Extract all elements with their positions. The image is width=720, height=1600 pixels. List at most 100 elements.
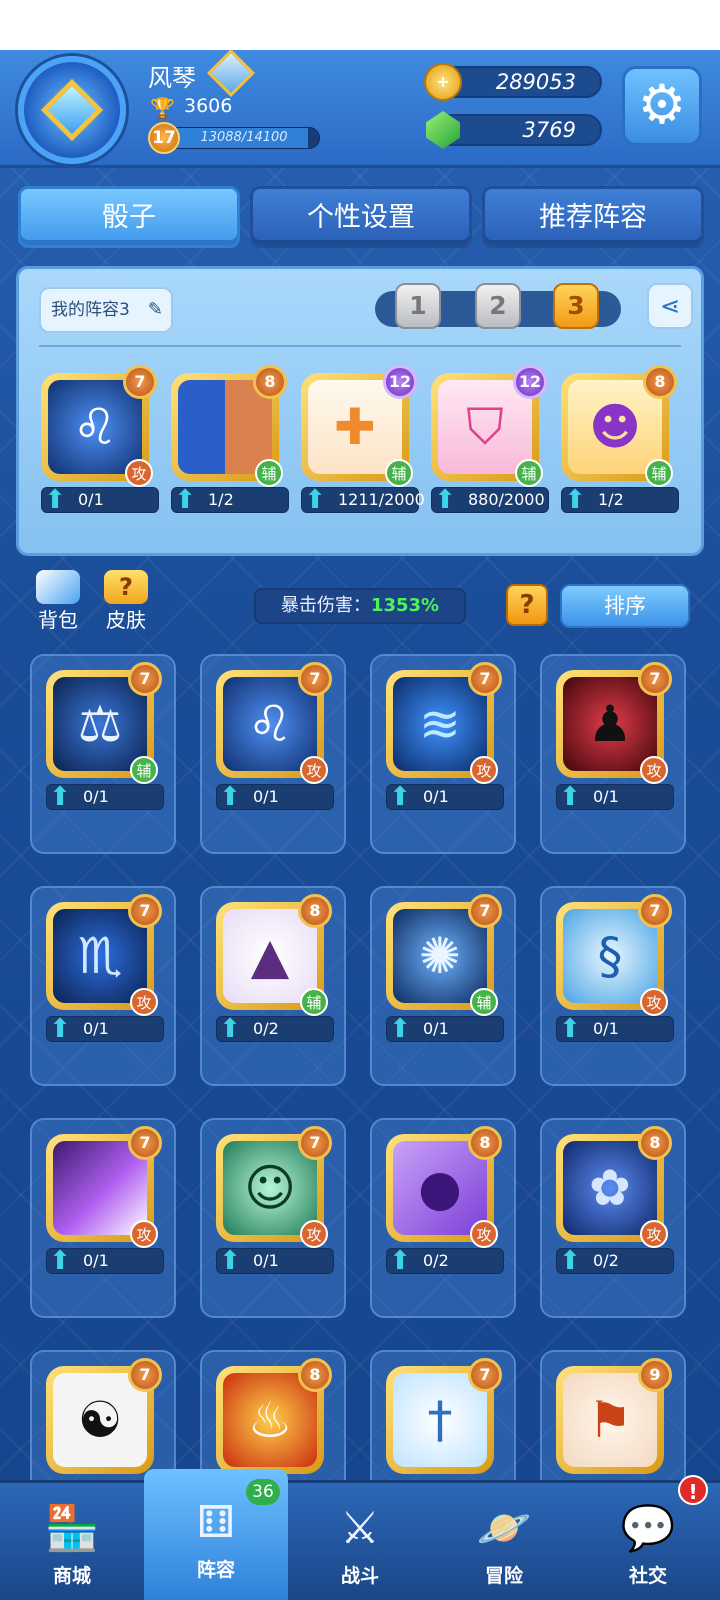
dice-item[interactable]: ♟ 7 攻 ⬆ 0/1 [556,662,674,812]
collection-card[interactable]: ▲ 8 辅 ⬆ 0/2 [200,886,346,1086]
dice-level: 7 [128,1126,162,1160]
dice-item[interactable]: ☯ 7 [46,1358,164,1474]
green-gem-icon [426,111,460,149]
collection-card[interactable]: ⚖ 7 辅 ⬆ 0/1 [30,654,176,854]
upgrade-arrow-icon: ⬆ [559,782,581,812]
nav-social-label: 社交 [628,1565,667,1587]
trophy-icon: 🏆 [150,96,175,120]
collection-card[interactable]: ⚑ 9 [540,1350,686,1480]
upgrade-progress-value: 880/2000 [468,490,545,509]
dice-item[interactable]: ♌ 7 攻 ⬆ 0/1 [41,365,159,515]
nav-social[interactable]: 💬 社交 ! [576,1475,720,1600]
gold-coin-icon: + [424,63,462,101]
dice-level: 7 [128,894,162,928]
tab-dice[interactable]: 骰子 [18,186,240,248]
dice-frame: ☻ 8 辅 [561,365,677,487]
nav-adventure[interactable]: 🪐 冒险 [432,1483,576,1600]
deck-slot-1[interactable]: 1 [395,283,441,329]
collection-card[interactable]: ♟ 7 攻 ⬆ 0/1 [540,654,686,854]
deck-slot-3[interactable]: 3 [553,283,599,329]
help-button[interactable]: ? [506,584,548,626]
collection-card[interactable]: ☯ 7 [30,1350,176,1480]
dice-item[interactable]: ● 8 攻 ⬆ 0/2 [386,1126,504,1276]
upgrade-arrow-icon: ⬆ [219,1014,241,1044]
dice-item[interactable]: ☻ 8 辅 ⬆ 1/2 [561,365,679,515]
dice-frame: ⛉ 12 辅 [431,365,547,487]
dice-role-badge: 攻 [125,459,153,487]
collection-card[interactable]: 7 攻 ⬆ 0/1 [30,1118,176,1318]
upgrade-progress: ⬆ 1211/2000 [301,485,425,515]
dice-item[interactable]: ♌ 7 攻 ⬆ 0/1 [216,662,334,812]
dice-item[interactable]: ✿ 8 攻 ⬆ 0/2 [556,1126,674,1276]
dice-frame: 8辅 [171,365,287,487]
dice-frame: ● 8 攻 [386,1126,502,1248]
dice-level: 7 [128,662,162,696]
status-bar [0,0,720,50]
collection-card[interactable]: † 7 [370,1350,516,1480]
dice-frame: ☯ 7 [46,1358,162,1474]
dice-role-badge: 辅 [255,459,283,487]
tab-recommended[interactable]: 推荐阵容 [482,186,704,248]
upgrade-arrow-icon: ⬆ [49,782,71,812]
collection-toolbar: 背包 ? 皮肤 暴击伤害：1353% ? 排序 [0,570,720,640]
deck-slot-2[interactable]: 2 [475,283,521,329]
nav-battle[interactable]: ⚔ 战斗 [288,1483,432,1600]
sort-button[interactable]: 排序 [560,584,690,628]
gold-display[interactable]: + 289053 [424,63,602,101]
upgrade-progress: ⬆ 0/1 [46,1014,164,1044]
dice-frame: § 7 攻 [556,894,672,1016]
dice-frame: † 7 [386,1358,502,1474]
collection-card[interactable]: ≋ 7 攻 ⬆ 0/1 [370,654,516,854]
upgrade-arrow-icon: ⬆ [304,485,326,515]
skin-button[interactable]: ? 皮肤 [98,570,154,633]
dice-item[interactable]: ✺ 7 辅 ⬆ 0/1 [386,894,504,1044]
dice-item[interactable]: ⚖ 7 辅 ⬆ 0/1 [46,662,164,812]
dice-item[interactable]: † 7 [386,1358,504,1474]
collection-card[interactable]: ☺ 7 攻 ⬆ 0/1 [200,1118,346,1318]
upgrade-progress-value: 0/2 [253,1019,279,1038]
collection-card[interactable]: § 7 攻 ⬆ 0/1 [540,886,686,1086]
settings-button[interactable]: ⚙ [622,66,702,146]
dice-item[interactable]: ⛉ 12 辅 ⬆ 880/2000 [431,365,549,515]
xp-text: 13088/14100 [200,130,288,145]
tab-bar: 骰子 个性设置 推荐阵容 [18,186,704,248]
collection-card[interactable]: ♏ 7 攻 ⬆ 0/1 [30,886,176,1086]
dice-role-badge: 攻 [470,756,498,784]
dice-item[interactable]: § 7 攻 ⬆ 0/1 [556,894,674,1044]
dice-level: 7 [468,1358,502,1392]
dice-frame: ♌ 7 攻 [41,365,157,487]
upgrade-progress-value: 0/1 [253,1251,279,1270]
dice-item[interactable]: 8 辅 ⬆ 1/2 [171,365,289,515]
collection-card[interactable]: ✿ 8 攻 ⬆ 0/2 [540,1118,686,1318]
collection-card[interactable]: ♌ 7 攻 ⬆ 0/1 [200,654,346,854]
deck-name-button[interactable]: 我的阵容3 ✎ [39,287,173,333]
collection-card[interactable]: ♨ 8 [200,1350,346,1480]
dice-role-badge: 攻 [130,988,158,1016]
nav-shop[interactable]: 🏪 商城 [0,1483,144,1600]
upgrade-progress: ⬆ 0/1 [41,485,159,515]
dice-item[interactable]: ☺ 7 攻 ⬆ 0/1 [216,1126,334,1276]
dice-item[interactable]: 7 攻 ⬆ 0/1 [46,1126,164,1276]
bag-button[interactable]: 背包 [30,570,86,633]
tab-personalize[interactable]: 个性设置 [250,186,472,248]
rank-badge-icon[interactable] [206,48,256,98]
dice-item[interactable]: ✚ 12 辅 ⬆ 1211/2000 [301,365,425,515]
upgrade-arrow-icon: ⬆ [559,1014,581,1044]
dice-item[interactable]: ≋ 7 攻 ⬆ 0/1 [386,662,504,812]
avatar[interactable] [18,56,126,164]
dice-item[interactable]: ♨ 8 [216,1358,334,1474]
dice-item[interactable]: ▲ 8 辅 ⬆ 0/2 [216,894,334,1044]
collection-card[interactable]: ● 8 攻 ⬆ 0/2 [370,1118,516,1318]
dice-item[interactable]: ♏ 7 攻 ⬆ 0/1 [46,894,164,1044]
dice-role-badge: 辅 [515,459,543,487]
nav-lineup[interactable]: ⚅ 阵容 36 [144,1469,288,1600]
collection-card[interactable]: ✺ 7 辅 ⬆ 0/1 [370,886,516,1086]
nav-battle-label: 战斗 [340,1565,379,1587]
dice-level: 9 [638,1358,672,1392]
dice-role-badge: 辅 [130,756,158,784]
upgrade-progress-value: 0/1 [83,1019,109,1038]
share-button[interactable]: ⋖ [647,283,693,329]
dice-role-badge: 辅 [300,988,328,1016]
dice-item[interactable]: ⚑ 9 [556,1358,674,1474]
gem-display[interactable]: 3769 [426,111,602,149]
